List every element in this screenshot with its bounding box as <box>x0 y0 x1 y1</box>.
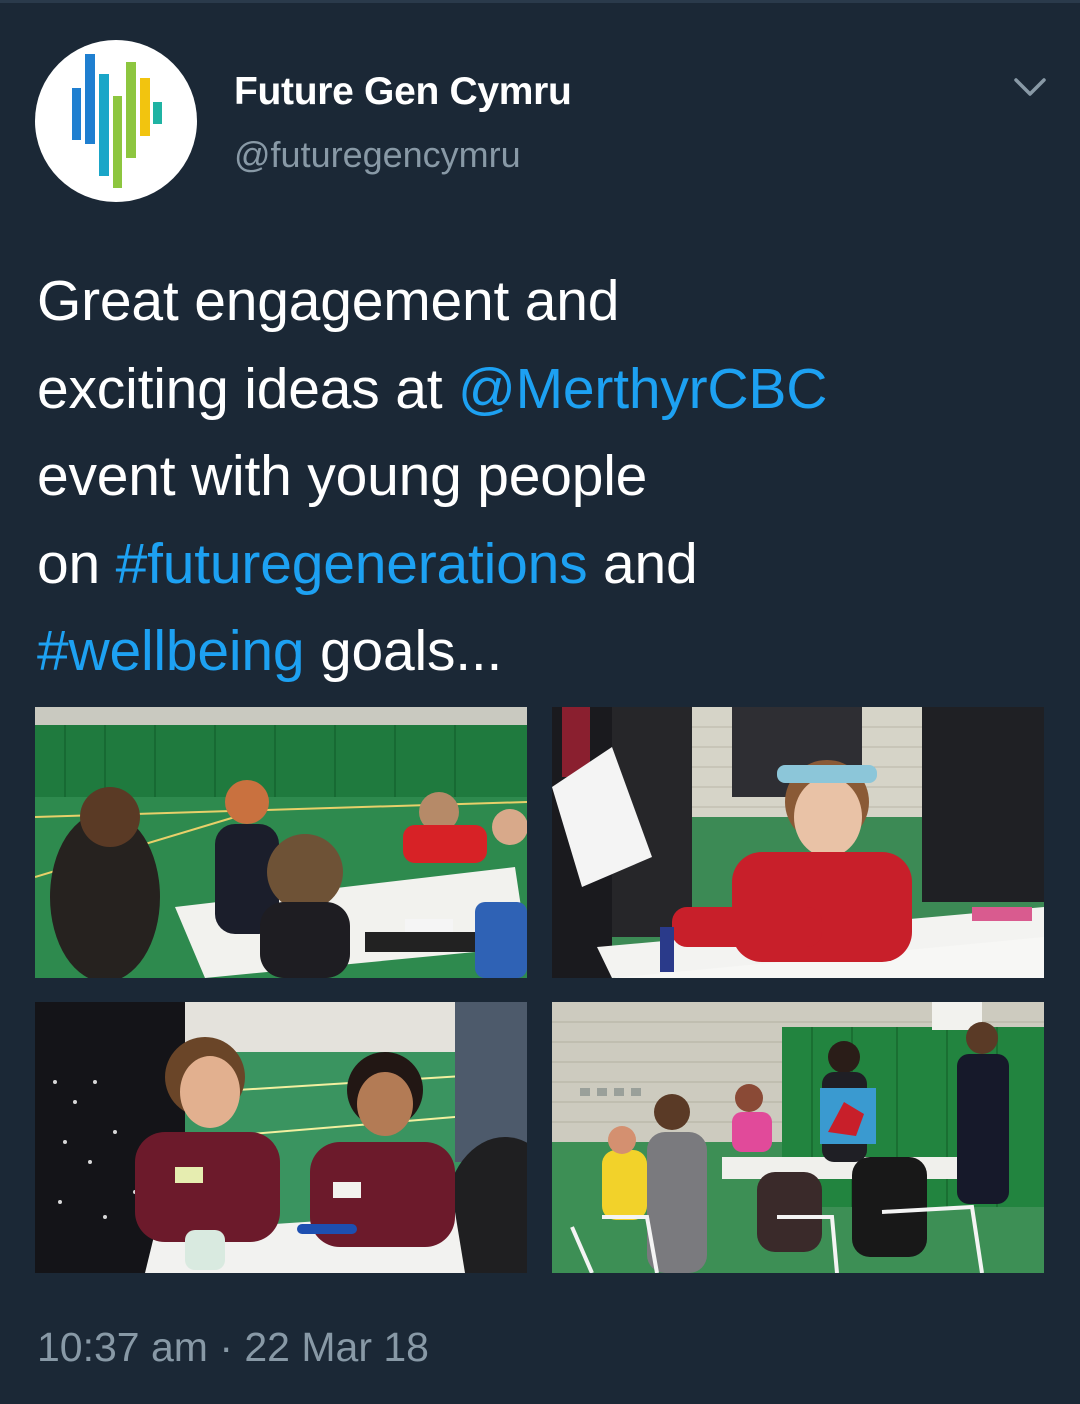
hashtag-link[interactable]: #wellbeing <box>37 619 305 683</box>
text-segment: on <box>37 531 116 596</box>
text-segment: goals... <box>304 619 503 683</box>
hashtag-link[interactable]: #futuregenerations <box>116 532 588 596</box>
author-display-name[interactable]: Future Gen Cymru <box>234 70 572 114</box>
chevron-down-icon[interactable] <box>1006 64 1054 112</box>
author-handle[interactable]: @futuregencymru <box>234 134 521 176</box>
text-segment: and <box>587 531 698 596</box>
mention-link[interactable]: @MerthyrCBC <box>458 357 827 421</box>
media-photo-2[interactable] <box>552 707 1044 978</box>
profile-avatar[interactable] <box>35 40 197 202</box>
tweet-text-line: #wellbeing goals... <box>37 608 1047 696</box>
tweet-text-line: on #futuregenerations and <box>37 521 1047 609</box>
media-photo-1[interactable] <box>35 707 527 978</box>
tweet-text-line: event with young people <box>37 433 1047 521</box>
text-segment: exciting ideas at <box>37 356 458 421</box>
top-divider <box>0 0 1080 3</box>
tweet-text-line: Great engagement and <box>37 258 1047 346</box>
tweet-timestamp: 10:37 am · 22 Mar 18 <box>37 1324 429 1370</box>
media-photo-3[interactable] <box>35 1002 527 1273</box>
media-photo-4[interactable] <box>552 1002 1044 1273</box>
tweet-screen: Future Gen Cymru @futuregencymru Great e… <box>0 0 1080 1404</box>
tweet-text-line: exciting ideas at @MerthyrCBC <box>37 346 1047 434</box>
text-segment: event with young people <box>37 444 648 508</box>
tweet-text: Great engagement and exciting ideas at @… <box>37 258 1047 696</box>
bars-logo-icon <box>72 54 162 188</box>
text-segment: Great engagement and <box>37 269 620 333</box>
